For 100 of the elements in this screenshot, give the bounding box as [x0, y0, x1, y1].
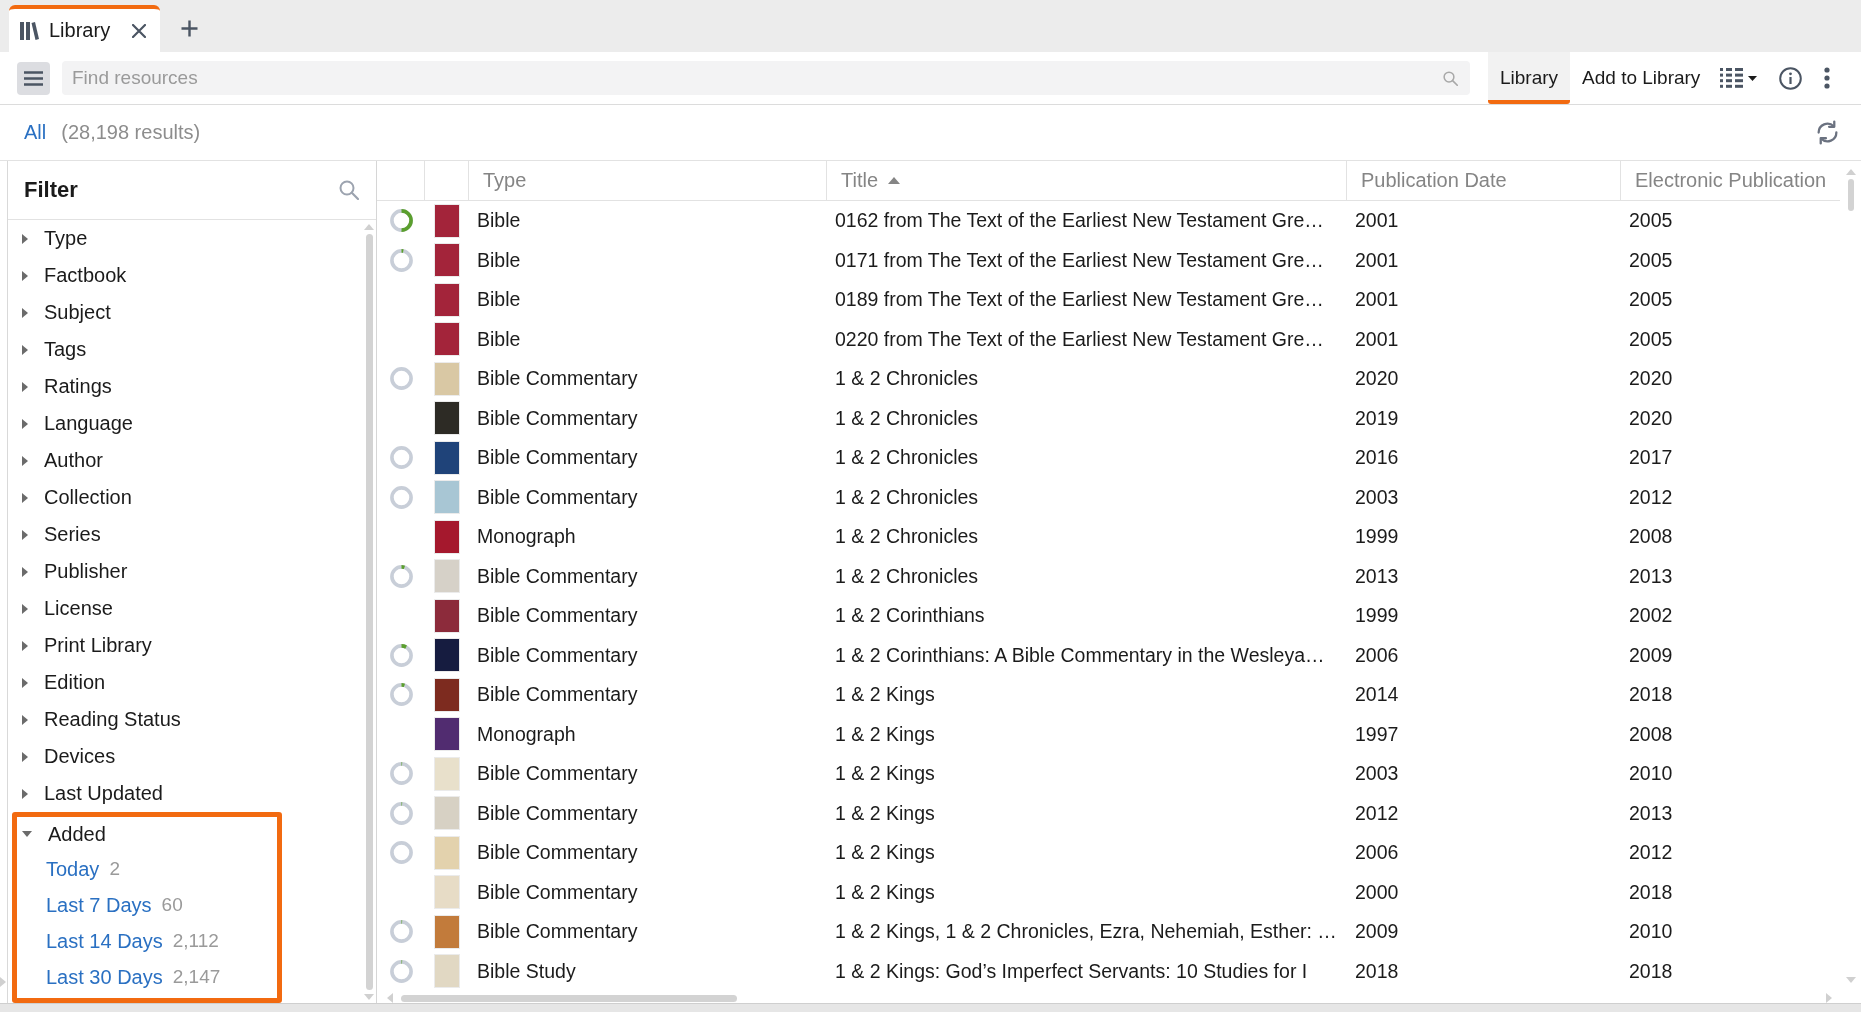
table-cell-text: 2001	[1354, 248, 1400, 272]
filter-category[interactable]: Language	[8, 405, 141, 442]
tab[interactable]: Library	[9, 5, 160, 52]
menu-icon	[24, 70, 43, 86]
plus-icon[interactable]	[181, 20, 198, 37]
scroll-left-icon[interactable]	[387, 993, 393, 1003]
filter-category[interactable]: Added	[17, 817, 277, 851]
progress-ring-icon	[389, 209, 413, 233]
filter-title: Filter	[24, 177, 78, 203]
filter-category[interactable]: Ratings	[8, 368, 120, 405]
progress-ring-icon	[389, 762, 413, 786]
filter-category[interactable]: Edition	[8, 664, 114, 701]
search-field[interactable]: Find resources	[62, 61, 1470, 95]
scrollbar-thumb[interactable]	[1847, 179, 1854, 211]
filter-category[interactable]: License	[8, 590, 121, 627]
scope-link[interactable]: All	[24, 121, 47, 144]
progress-ring-icon	[389, 367, 413, 391]
scrollbar-thumb[interactable]	[365, 234, 373, 990]
search-icon[interactable]	[1443, 71, 1458, 86]
view-tab[interactable]: Add to Library	[1570, 52, 1713, 104]
table-cell-text: 2003	[1354, 485, 1400, 509]
table-cell-text: 1 & 2 Kings	[834, 801, 936, 825]
filter-category[interactable]: Publisher	[8, 553, 136, 590]
filter-category[interactable]: Reading Status	[8, 701, 189, 738]
table-cell-text: Bible Commentary	[476, 683, 639, 707]
table-cell-text: 2012	[1628, 485, 1674, 509]
filter-category[interactable]: Devices	[8, 738, 124, 775]
filter-option-count: 2,147	[172, 966, 221, 988]
expand-panel-icon[interactable]	[0, 977, 6, 987]
table-cell-text: 0162 from The Text of the Earliest New Testament Gre…	[834, 209, 1325, 233]
table-cell-text: Bible	[476, 248, 522, 272]
search-icon[interactable]	[339, 180, 359, 200]
progress-ring-icon	[389, 841, 413, 865]
table-cell-text: Monograph	[476, 525, 577, 549]
filter-category[interactable]: Factbook	[8, 257, 135, 294]
menu-button[interactable]	[17, 61, 50, 95]
table-cell-text: Bible	[476, 209, 522, 233]
table-cell-text: 1 & 2 Corinthians	[834, 604, 986, 628]
grid-icon	[1720, 68, 1744, 88]
table-cell-text: 2001	[1354, 288, 1400, 312]
column-header[interactable]: Electronic Publication	[1621, 161, 1840, 200]
table-cell-text: 2013	[1354, 564, 1400, 588]
table-cell-text: Bible Study	[476, 959, 577, 983]
table-cell-text: 2005	[1628, 327, 1674, 351]
scroll-down-icon[interactable]	[364, 994, 374, 1000]
table-cell-text: 0189 from The Text of the Earliest New Testament Gre…	[834, 288, 1325, 312]
filter-category[interactable]: Type	[8, 220, 96, 257]
table-cell-text: 2005	[1628, 288, 1674, 312]
close-icon[interactable]	[132, 23, 146, 38]
progress-ring-icon	[389, 959, 413, 983]
table-cell-text: 1 & 2 Kings	[834, 683, 936, 707]
table-cell-text: Bible Commentary	[476, 643, 639, 667]
table-cell-text: Bible Commentary	[476, 841, 639, 865]
view-tab[interactable]: Library	[1488, 52, 1571, 104]
filter-option-link[interactable]: Last 30 Days	[46, 965, 163, 989]
table-cell-text: Bible Commentary	[476, 880, 639, 904]
filter-option-link[interactable]: Last 7 Days	[46, 893, 152, 917]
filter-option-count: 60	[161, 894, 183, 916]
column-header[interactable]: Publication Date	[1347, 161, 1621, 200]
info-icon[interactable]	[1779, 66, 1803, 90]
scrollbar-thumb[interactable]	[401, 994, 737, 1002]
table-cell-text: 1 & 2 Kings	[834, 722, 936, 746]
table-cell-text: 2013	[1628, 564, 1674, 588]
scroll-up-icon[interactable]	[364, 224, 374, 230]
table-cell-text: 2009	[1628, 643, 1674, 667]
table-cell-text: 2002	[1628, 604, 1674, 628]
filter-category[interactable]: Author	[8, 442, 111, 479]
filter-option-link[interactable]: Today	[46, 857, 100, 881]
table-cell-text: 1 & 2 Chronicles	[834, 564, 980, 588]
scroll-down-icon[interactable]	[1845, 977, 1856, 983]
table-cell-text: 1 & 2 Chronicles	[834, 446, 980, 470]
filter-category[interactable]: Tags	[8, 331, 95, 368]
filter-category[interactable]: Print Library	[8, 627, 160, 664]
table-cell-text: 2014	[1354, 683, 1400, 707]
table-cell-text: 2010	[1628, 762, 1674, 786]
progress-ring-icon	[389, 920, 413, 944]
filter-option-link[interactable]: Last 14 Days	[46, 929, 163, 953]
scroll-right-icon[interactable]	[1826, 993, 1832, 1003]
progress-ring-icon	[389, 485, 413, 509]
column-header[interactable]: Type	[469, 161, 827, 200]
filter-category[interactable]: Series	[8, 516, 109, 553]
filter-category[interactable]: Last Updated	[8, 775, 171, 812]
table-cell-text: 2009	[1354, 920, 1400, 944]
filter-category[interactable]: Subject	[8, 294, 119, 331]
more-vertical-icon[interactable]	[1824, 67, 1831, 89]
caret-down-icon	[1748, 75, 1758, 81]
view-options-button[interactable]	[1720, 68, 1758, 88]
table-cell-text: 1 & 2 Kings	[834, 880, 936, 904]
scroll-up-icon[interactable]	[1845, 169, 1856, 175]
table-cell-text: 2017	[1628, 446, 1674, 470]
column-header[interactable]: Title	[827, 161, 1347, 200]
table-cell-text: Bible Commentary	[476, 604, 639, 628]
refresh-icon[interactable]	[1815, 120, 1840, 145]
table-cell-text: 2005	[1628, 248, 1674, 272]
filter-category[interactable]: Collection	[8, 479, 140, 516]
table-cell-text: Bible Commentary	[476, 762, 639, 786]
table-cell-text: Bible Commentary	[476, 920, 639, 944]
progress-ring-icon	[389, 446, 413, 470]
table-cell-text: 2018	[1628, 959, 1674, 983]
result-count: (28,198 results)	[61, 121, 201, 144]
